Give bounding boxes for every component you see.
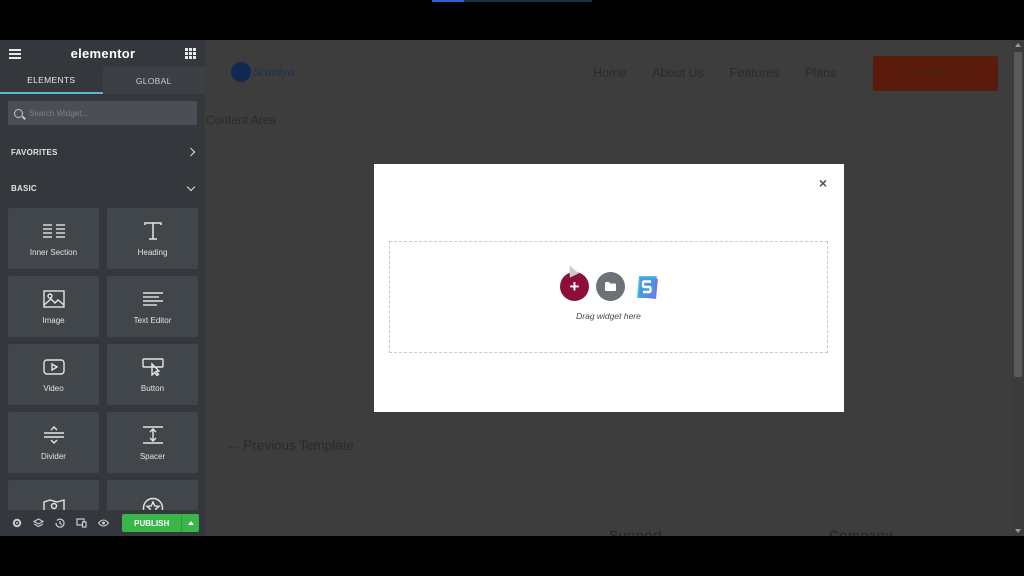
widget-label: Heading	[137, 248, 168, 257]
site-logo-text: Scaniya	[253, 64, 295, 79]
widget-spacer[interactable]: Spacer	[107, 412, 198, 473]
video-icon	[41, 356, 67, 378]
widget-text-editor[interactable]: Text Editor	[107, 276, 198, 337]
close-icon[interactable]: ×	[816, 175, 830, 191]
widget-video[interactable]: Video	[8, 344, 99, 405]
button-icon	[140, 356, 166, 378]
elementor-logo: elementor	[70, 46, 136, 61]
widget-inner-section[interactable]: Inner Section	[8, 208, 99, 269]
inner-section-icon	[41, 220, 67, 242]
scroll-down-icon[interactable]	[1015, 529, 1021, 533]
download-app-button[interactable]: Download App	[873, 56, 998, 91]
template-modal: × + Drag widget here	[374, 164, 844, 412]
site-logo[interactable]: Scaniya	[231, 60, 294, 84]
site-logo-mark	[231, 62, 251, 82]
sidebar-header: elementor	[0, 40, 205, 67]
top-progress-strip	[432, 0, 592, 2]
scroll-up-icon[interactable]	[1015, 43, 1021, 47]
history-icon[interactable]	[49, 515, 71, 531]
sidebar-tabs: ELEMENTS GLOBAL	[0, 67, 205, 94]
widget-label: Image	[42, 316, 65, 325]
add-section-button[interactable]: +	[560, 272, 589, 301]
dropzone-buttons: +	[560, 272, 668, 301]
image-icon	[41, 288, 67, 310]
starter-templates-logo-button[interactable]	[632, 272, 661, 301]
widget-grid: Inner Section Heading Image Text Editor	[0, 206, 205, 536]
nav-link-plans[interactable]: Plans	[805, 66, 836, 80]
page-scrollbar[interactable]	[1012, 40, 1024, 536]
settings-gear-icon[interactable]	[6, 515, 28, 531]
preview-eye-icon[interactable]	[93, 515, 115, 531]
publish-button[interactable]: PUBLISH	[122, 514, 182, 532]
section-favorites-label: FAVORITES	[11, 147, 58, 157]
search-widget-input[interactable]	[29, 108, 179, 118]
hamburger-menu-icon[interactable]	[9, 48, 21, 59]
folder-icon	[605, 282, 616, 291]
widget-label: Video	[43, 384, 64, 393]
widget-button[interactable]: Button	[107, 344, 198, 405]
publish-options-caret-icon[interactable]	[181, 514, 199, 532]
search-icon	[14, 108, 23, 118]
tab-elements[interactable]: ELEMENTS	[0, 67, 103, 94]
content-area-label: Content Area	[206, 113, 277, 127]
widget-divider[interactable]: Divider	[8, 412, 99, 473]
divider-icon	[41, 424, 67, 446]
section-favorites[interactable]: FAVORITES	[0, 134, 205, 170]
section-basic-label: BASIC	[11, 183, 37, 193]
previous-template-link[interactable]: ← Previous Template	[226, 438, 354, 453]
add-template-folder-button[interactable]	[596, 272, 625, 301]
nav-link-features[interactable]: Features	[730, 66, 779, 80]
heading-icon	[140, 220, 166, 242]
elementor-sidebar: elementor ELEMENTS GLOBAL FAVORITES BASI…	[0, 40, 205, 536]
footer-company-heading: Company	[829, 527, 893, 536]
widget-label: Text Editor	[133, 316, 172, 325]
widget-label: Spacer	[139, 452, 166, 461]
responsive-mode-icon[interactable]	[71, 515, 93, 531]
sidebar-footer: PUBLISH	[0, 510, 205, 536]
progress-accent	[432, 0, 464, 2]
footer-support-heading: Support	[609, 527, 663, 536]
widget-label: Divider	[41, 452, 66, 461]
navigator-layers-icon[interactable]	[28, 515, 50, 531]
widget-image[interactable]: Image	[8, 276, 99, 337]
chevron-down-icon	[186, 182, 196, 191]
scrollbar-thumb[interactable]	[1014, 52, 1022, 377]
widget-label: Button	[140, 384, 165, 393]
bottom-letterbox	[0, 536, 1024, 576]
widget-label: Inner Section	[29, 248, 78, 257]
starter-templates-s-icon	[636, 275, 658, 299]
text-editor-icon	[140, 288, 166, 310]
widget-heading[interactable]: Heading	[107, 208, 198, 269]
tab-global[interactable]: GLOBAL	[102, 67, 205, 94]
search-box	[8, 101, 197, 125]
widgets-grid-icon[interactable]	[185, 48, 196, 59]
screen: elementor ELEMENTS GLOBAL FAVORITES BASI…	[0, 0, 1024, 576]
dropzone-label: Drag widget here	[576, 311, 641, 321]
nav-link-about-us[interactable]: About Us	[652, 66, 703, 80]
spacer-icon	[140, 424, 166, 446]
section-basic[interactable]: BASIC	[0, 170, 205, 206]
widget-dropzone[interactable]: + Drag widget here	[389, 241, 828, 353]
nav-link-home[interactable]: Home	[593, 66, 626, 80]
site-nav: Home About Us Features Plans	[593, 66, 862, 80]
chevron-right-icon	[186, 147, 196, 157]
